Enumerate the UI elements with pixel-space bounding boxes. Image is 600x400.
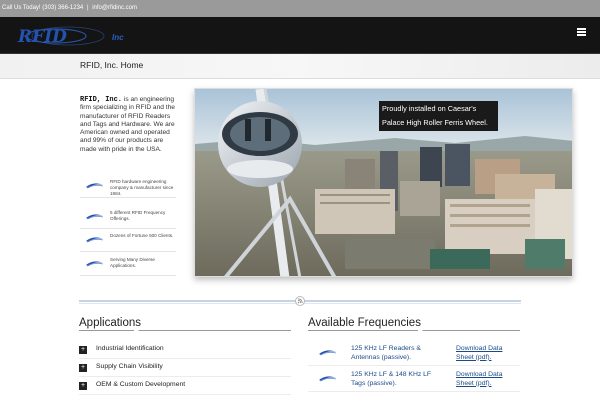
application-item[interactable]: + OEM & Custom Development <box>79 377 291 395</box>
site-header: RFID Inc <box>0 17 600 54</box>
logo-text: RFID <box>17 27 67 47</box>
email-link[interactable]: info@rfidinc.com <box>92 5 137 11</box>
frequencies-heading: Available Frequencies <box>308 317 421 329</box>
download-datasheet-link[interactable]: Download Data Sheet (pdf). <box>456 371 518 389</box>
plus-icon[interactable]: + <box>79 346 87 354</box>
company-name: RFID, Inc. <box>80 96 123 104</box>
page-title: RFID, Inc. Home <box>80 60 144 70</box>
plus-icon[interactable]: + <box>79 382 87 390</box>
feature-text: Dozens of Fortune 500 Clients. <box>110 233 174 238</box>
swoosh-icon <box>86 237 104 243</box>
feature-item: 5 different RFID Frequency Offerings. <box>80 207 176 229</box>
plus-icon[interactable]: + <box>79 364 87 372</box>
call-us-text: Call Us Today! (303) 366-1234 <box>2 5 84 11</box>
swoosh-icon <box>86 261 104 267</box>
frequencies-underline <box>308 330 520 331</box>
applications-underline <box>79 330 291 331</box>
site-logo[interactable]: RFID Inc <box>16 25 134 47</box>
application-label[interactable]: OEM & Custom Development <box>96 381 185 388</box>
feature-item: RFID hardware engineering company & manu… <box>80 176 176 198</box>
swoosh-icon <box>86 183 104 189</box>
feature-item: Dozens of Fortune 500 Clients. <box>80 230 176 252</box>
separator: | <box>86 5 89 11</box>
feature-text: Serving Many Diverse Applications. <box>110 257 155 268</box>
contact-bar: Call Us Today! (303) 366-1234 | info@rfi… <box>0 0 600 17</box>
frequency-label: 125 KHz LF Readers & Antennas (passive). <box>351 345 421 361</box>
feature-text: 5 different RFID Frequency Offerings. <box>110 210 166 221</box>
frequency-row: 125 KHz LF Readers & Antennas (passive).… <box>308 340 520 366</box>
intro-block: RFID, Inc. is an engineering firm specia… <box>80 96 176 154</box>
intro-text: is an engineering firm specializing in R… <box>80 96 175 153</box>
feature-text: RFID hardware engineering company & manu… <box>110 179 174 196</box>
hero-caption: Proudly installed on Caesar's Palace Hig… <box>379 101 498 131</box>
application-item[interactable]: + Supply Chain Visibility <box>79 359 291 377</box>
application-label[interactable]: Supply Chain Visibility <box>96 363 163 370</box>
caption-line-1: Proudly installed on Caesar's <box>382 104 477 113</box>
download-datasheet-link[interactable]: Download Data Sheet (pdf). <box>456 345 518 363</box>
application-item[interactable]: + Industrial Identification <box>79 341 291 359</box>
applications-heading: Applications <box>79 317 142 329</box>
application-label[interactable]: Industrial Identification <box>96 345 164 352</box>
swoosh-icon <box>86 214 104 220</box>
caption-line-2: Palace High Roller Ferris Wheel. <box>382 118 488 127</box>
rss-icon[interactable] <box>295 296 305 306</box>
feature-item: Serving Many Diverse Applications. <box>80 254 176 276</box>
intro-paragraph: RFID, Inc. is an engineering firm specia… <box>80 96 176 154</box>
menu-icon[interactable] <box>577 28 586 36</box>
frequency-label: 125 KHz LF & 148 KHz LF Tags (passive). <box>351 371 432 387</box>
swoosh-icon <box>319 376 337 382</box>
swoosh-icon <box>319 350 337 356</box>
frequency-row: 125 KHz LF & 148 KHz LF Tags (passive). … <box>308 366 520 392</box>
logo-suffix: Inc <box>112 33 124 42</box>
